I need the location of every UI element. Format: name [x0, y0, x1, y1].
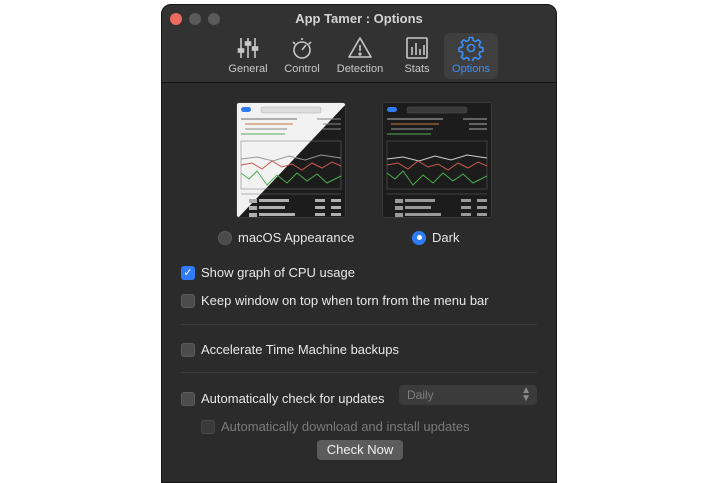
auto-check-updates-option[interactable]: Automatically check for updates — [181, 391, 385, 406]
app-tamer-options-window: App Tamer : Options General Control Dete… — [161, 4, 557, 483]
keep-on-top-checkbox[interactable] — [181, 293, 195, 308]
tab-options-label: Options — [452, 63, 490, 75]
tab-options[interactable]: Options — [444, 33, 498, 79]
radio-macos-appearance[interactable]: macOS Appearance — [218, 230, 354, 245]
update-frequency-select[interactable]: Daily ▲ ▼ — [399, 385, 537, 405]
gauge-icon — [292, 38, 312, 59]
radio-dark-label: Dark — [432, 230, 460, 245]
tab-stats[interactable]: Stats — [396, 33, 438, 79]
auto-check-updates-checkbox[interactable] — [181, 391, 195, 406]
sliders-icon — [237, 38, 259, 58]
tab-detection[interactable]: Detection — [332, 33, 388, 79]
auto-download-checkbox — [201, 419, 215, 434]
bar-chart-icon — [406, 37, 428, 59]
show-graph-label: Show graph of CPU usage — [201, 265, 355, 280]
keep-on-top-label: Keep window on top when torn from the me… — [201, 293, 489, 308]
radio-dark[interactable]: Dark — [412, 230, 459, 245]
auto-download-option: Automatically download and install updat… — [201, 419, 470, 434]
select-chevrons-icon: ▲ ▼ — [521, 385, 531, 404]
keep-on-top-option[interactable]: Keep window on top when torn from the me… — [181, 293, 489, 308]
macos-appearance-thumbnail-art — [237, 103, 345, 217]
auto-check-updates-label: Automatically check for updates — [201, 391, 385, 406]
dark-appearance-thumbnail-art — [383, 103, 491, 217]
auto-download-label: Automatically download and install updat… — [221, 419, 470, 434]
divider — [181, 324, 537, 325]
radio-macos-appearance-label: macOS Appearance — [238, 230, 355, 245]
accelerate-time-machine-label: Accelerate Time Machine backups — [201, 342, 399, 357]
tab-general[interactable]: General — [226, 33, 270, 79]
tab-general-label: General — [228, 63, 268, 75]
tab-control-label: Control — [284, 63, 320, 75]
accelerate-time-machine-option[interactable]: Accelerate Time Machine backups — [181, 342, 399, 357]
tab-stats-label: Stats — [404, 63, 430, 75]
radio-dark-dot[interactable] — [412, 230, 426, 245]
tab-control[interactable]: Control — [280, 33, 324, 79]
warning-icon — [348, 37, 372, 58]
update-frequency-value: Daily — [407, 388, 434, 402]
window-title: App Tamer : Options — [295, 11, 423, 26]
dark-appearance-preview[interactable] — [382, 102, 492, 218]
show-graph-checkbox[interactable]: ✓ — [181, 265, 195, 280]
divider — [181, 372, 537, 373]
check-now-button[interactable]: Check Now — [317, 440, 403, 460]
tab-detection-label: Detection — [336, 63, 384, 75]
options-pane: macOS Appearance Dark ✓ Show graph of CP… — [162, 84, 556, 482]
radio-macos-appearance-dot[interactable] — [218, 230, 232, 245]
gear-icon — [458, 36, 484, 61]
accelerate-time-machine-checkbox[interactable] — [181, 342, 195, 357]
preferences-toolbar: General Control Detection Stats Options — [162, 33, 556, 79]
macos-appearance-preview[interactable] — [236, 102, 346, 218]
show-graph-option[interactable]: ✓ Show graph of CPU usage — [181, 265, 355, 280]
title-bar: App Tamer : Options General Control Dete… — [162, 5, 556, 83]
